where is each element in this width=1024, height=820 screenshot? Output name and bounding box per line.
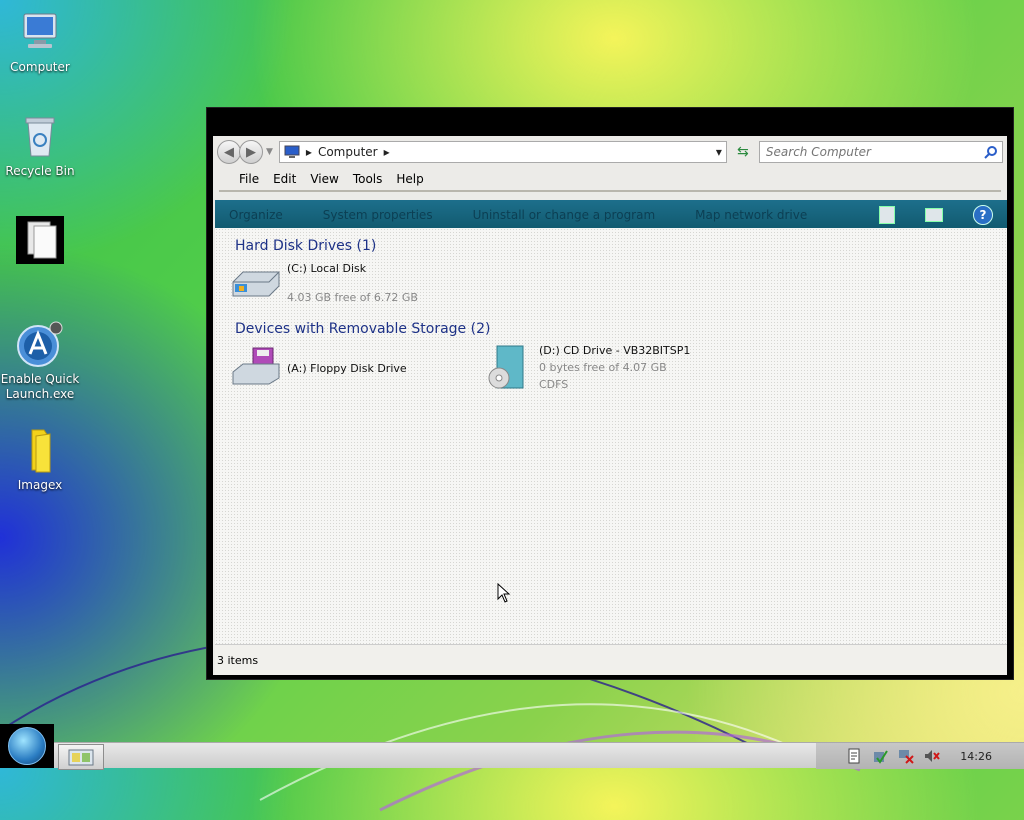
folder-icon xyxy=(16,426,64,474)
menu-edit[interactable]: Edit xyxy=(273,172,296,186)
desktop-icon-quick-launch[interactable]: Enable Quick Launch.exe xyxy=(0,320,80,402)
menu-view[interactable]: View xyxy=(310,172,338,186)
taskbar: 14:26 xyxy=(0,724,1024,770)
address-dropdown-icon[interactable]: ▾ xyxy=(716,145,722,159)
desktop-icon-computer[interactable]: Computer xyxy=(0,8,80,75)
security-check-icon[interactable] xyxy=(872,748,888,764)
back-arrow-icon: ◀ xyxy=(224,144,234,160)
map-network-drive-button[interactable]: Map network drive xyxy=(695,208,807,222)
command-bar: Organize System properties Uninstall or … xyxy=(215,200,1007,230)
window-body: ◀ ▶ ▼ ▸ Computer ▸ ▾ ⇆ File Edit View To xyxy=(213,136,1007,675)
explorer-icon xyxy=(68,749,94,766)
search-input[interactable] xyxy=(763,144,984,160)
recycle-bin-icon xyxy=(16,112,64,160)
window-titlebar[interactable] xyxy=(207,108,1013,136)
floppy-drive-icon xyxy=(232,347,280,385)
drive-name: (A:) Floppy Disk Drive xyxy=(287,362,407,375)
volume-muted-icon[interactable] xyxy=(924,748,940,764)
search-icon[interactable] xyxy=(984,145,998,159)
address-row: ◀ ▶ ▼ ▸ Computer ▸ ▾ ⇆ xyxy=(213,136,1007,168)
taskbar-explorer-button[interactable] xyxy=(58,744,104,770)
forward-arrow-icon: ▶ xyxy=(246,144,256,160)
forward-button[interactable]: ▶ xyxy=(239,140,263,164)
search-box xyxy=(758,141,1003,163)
computer-icon xyxy=(16,8,64,56)
menu-bar: File Edit View Tools Help xyxy=(219,168,1001,192)
explorer-window: ◀ ▶ ▼ ▸ Computer ▸ ▾ ⇆ File Edit View To xyxy=(206,107,1014,680)
system-properties-button[interactable]: System properties xyxy=(323,208,433,222)
address-bar[interactable]: ▸ Computer ▸ ▾ xyxy=(278,141,727,163)
desktop-icon-documents[interactable] xyxy=(0,216,80,268)
group-heading-removable[interactable]: Devices with Removable Storage (2) xyxy=(235,321,490,337)
refresh-icon: ⇆ xyxy=(737,144,749,160)
mouse-cursor-icon xyxy=(497,583,511,603)
item-count: 3 items xyxy=(217,653,259,667)
help-icon[interactable]: ? xyxy=(973,205,993,225)
breadcrumb-computer[interactable]: Computer xyxy=(318,145,378,159)
breadcrumb-separator-icon[interactable]: ▸ xyxy=(384,145,390,159)
drive-filesystem: CDFS xyxy=(539,378,569,391)
menu-tools[interactable]: Tools xyxy=(353,172,383,186)
uninstall-program-button[interactable]: Uninstall or change a program xyxy=(473,208,656,222)
start-button[interactable] xyxy=(0,724,54,768)
recent-pages-dropdown-icon[interactable]: ▼ xyxy=(266,147,273,157)
refresh-button[interactable]: ⇆ xyxy=(733,144,753,160)
desktop-icon-label: Enable Quick Launch.exe xyxy=(0,372,80,401)
documents-icon xyxy=(16,216,64,264)
system-tray: 14:26 xyxy=(816,743,1024,769)
status-bar: 3 items xyxy=(215,644,1007,675)
desktop-icon-recycle-bin[interactable]: Recycle Bin xyxy=(0,112,80,179)
drive-name: (D:) CD Drive - VB32BITSP1 xyxy=(539,344,691,357)
taskbar-area: 14:26 xyxy=(54,742,1024,770)
desktop-icon-label: Computer xyxy=(10,60,70,74)
action-center-icon[interactable] xyxy=(846,748,862,764)
nav-buttons: ◀ ▶ ▼ xyxy=(217,140,273,164)
menu-file[interactable]: File xyxy=(239,172,259,186)
windows-orb-icon xyxy=(8,727,46,765)
breadcrumb-separator-icon[interactable]: ▸ xyxy=(306,145,312,159)
back-button[interactable]: ◀ xyxy=(217,140,241,164)
network-disconnected-icon[interactable] xyxy=(898,748,914,764)
desktop-icon-label: Imagex xyxy=(17,478,63,492)
drive-c[interactable]: (C:) Local Disk 4.03 GB free of 6.72 GB xyxy=(231,262,418,304)
computer-icon xyxy=(284,145,300,158)
view-options-icon[interactable] xyxy=(879,206,895,224)
drive-name: (C:) Local Disk xyxy=(287,262,367,275)
drive-free-space: 4.03 GB free of 6.72 GB xyxy=(287,291,418,304)
cd-drive-icon xyxy=(488,345,524,389)
clock[interactable]: 14:26 xyxy=(960,750,992,763)
drive-d[interactable]: (D:) CD Drive - VB32BITSP1 0 bytes free … xyxy=(485,344,690,392)
desktop-icon-label: Recycle Bin xyxy=(5,164,75,178)
hard-drive-icon xyxy=(232,271,280,297)
drive-free-space: 0 bytes free of 4.07 GB xyxy=(539,361,667,374)
menu-help[interactable]: Help xyxy=(396,172,423,186)
desktop-icon-imagex[interactable]: Imagex xyxy=(0,426,80,493)
quick-launch-icon xyxy=(16,320,64,368)
content-area: Hard Disk Drives (1) (C:) Local Disk 4.0… xyxy=(215,228,1007,645)
preview-pane-icon[interactable] xyxy=(925,208,943,222)
organize-button[interactable]: Organize xyxy=(229,208,283,222)
drive-a[interactable]: (A:) Floppy Disk Drive xyxy=(231,346,407,386)
group-heading-hard-disk[interactable]: Hard Disk Drives (1) xyxy=(235,238,376,254)
